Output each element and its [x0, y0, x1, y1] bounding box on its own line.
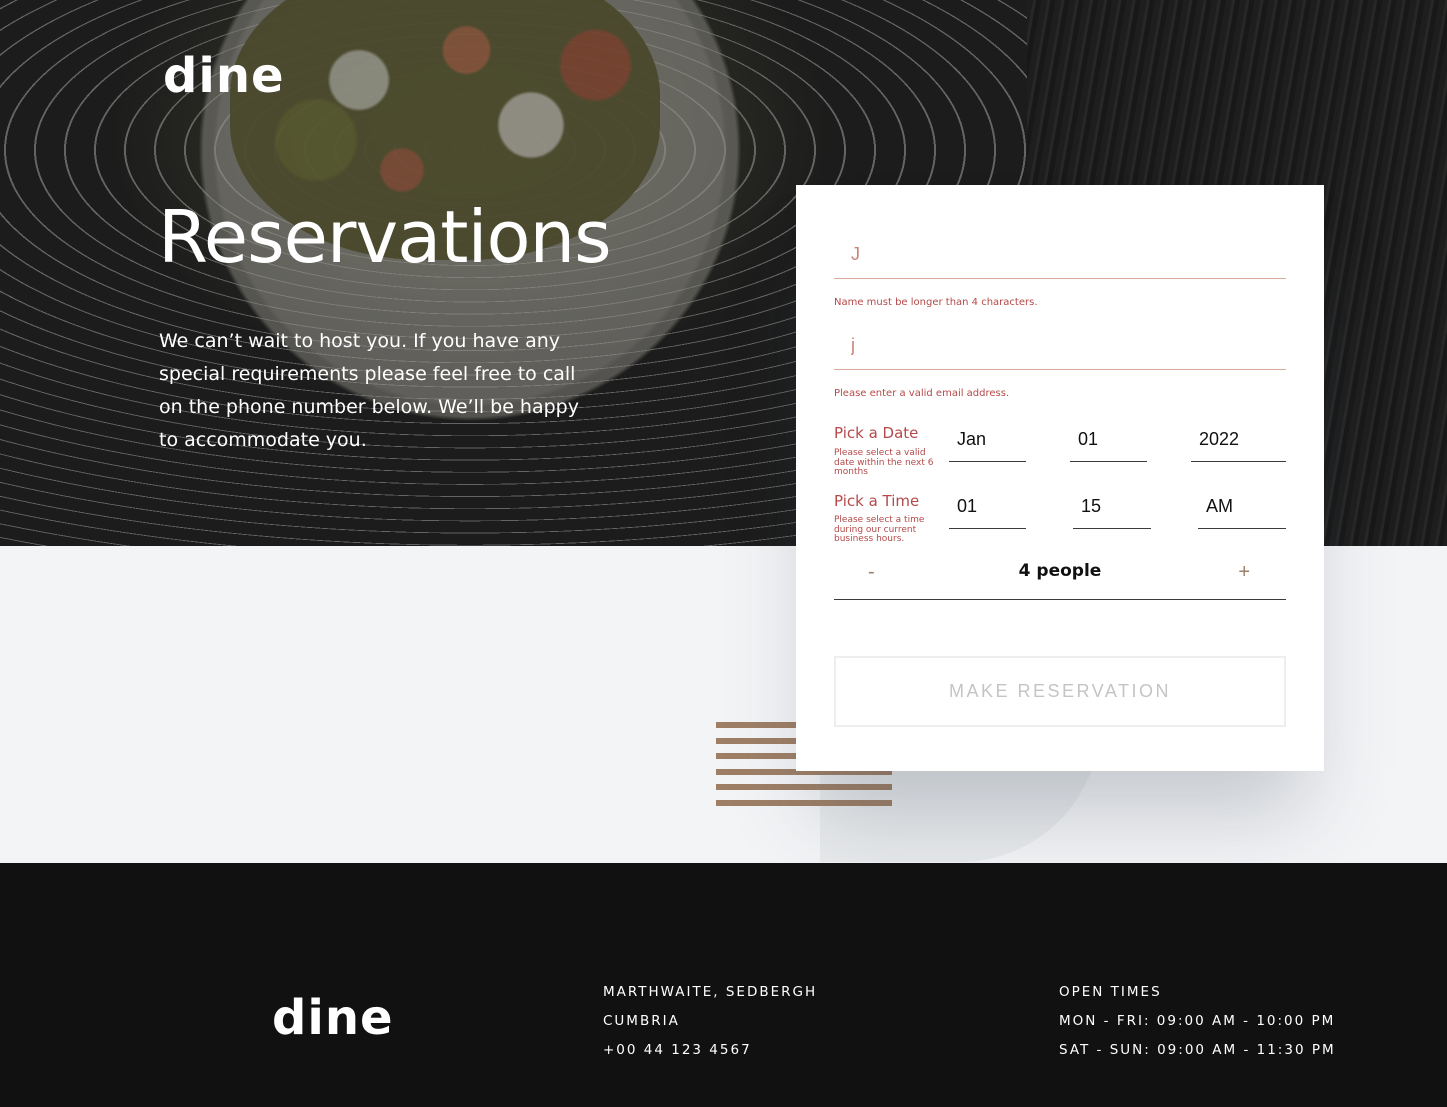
hours-line: MON - FRI: 09:00 AM - 10:00 PM: [1059, 1013, 1336, 1029]
day-value: 01: [1078, 429, 1099, 449]
month-value: Jan: [957, 429, 987, 449]
hour-value: 01: [957, 496, 978, 516]
time-label: Pick a Time: [834, 492, 920, 510]
period-select[interactable]: AM: [1198, 489, 1286, 529]
phone-number: +00 44 123 4567: [603, 1042, 752, 1058]
period-value: AM: [1206, 496, 1233, 516]
hero-description: We can’t wait to host you. If you have a…: [159, 330, 579, 451]
footer: dine MARTHWAITE, SEDBERGH CUMBRIA +00 44…: [0, 863, 1447, 1107]
logo[interactable]: dine: [163, 48, 285, 104]
hours-line: SAT - SUN: 09:00 AM - 11:30 PM: [1059, 1042, 1336, 1058]
reservation-form: Name must be longer than 4 characters. P…: [796, 185, 1324, 771]
footer-address: MARTHWAITE, SEDBERGH CUMBRIA +00 44 123 …: [603, 978, 817, 1065]
year-value: 2022: [1199, 429, 1240, 449]
time-error: Please select a time during our current …: [834, 515, 925, 544]
year-select[interactable]: 2022: [1191, 422, 1286, 462]
date-label: Pick a Date: [834, 424, 919, 442]
month-select[interactable]: Jan: [949, 422, 1026, 462]
make-reservation-button[interactable]: MAKE RESERVATION: [834, 656, 1286, 727]
email-input[interactable]: [834, 322, 1286, 369]
day-select[interactable]: 01: [1070, 422, 1147, 462]
people-count: 4 people: [1018, 561, 1102, 581]
date-error: Please select a valid date within the ne…: [834, 448, 934, 477]
name-input[interactable]: [834, 231, 1286, 278]
minute-select[interactable]: 15: [1073, 489, 1151, 529]
minute-value: 15: [1081, 496, 1102, 516]
hours-heading: OPEN TIMES: [1059, 984, 1162, 1000]
page-title: Reservations: [158, 195, 612, 279]
address-line: MARTHWAITE, SEDBERGH: [603, 984, 818, 1000]
hour-select[interactable]: 01: [949, 489, 1026, 529]
email-field-wrapper: [834, 322, 1286, 370]
footer-logo[interactable]: dine: [272, 990, 394, 1046]
footer-hours: OPEN TIMES MON - FRI: 09:00 AM - 10:00 P…: [1059, 978, 1336, 1065]
email-error: Please enter a valid email address.: [834, 388, 1010, 399]
people-stepper: - 4 people +: [834, 555, 1286, 600]
name-field-wrapper: [834, 231, 1286, 279]
increment-people-button[interactable]: +: [1238, 561, 1250, 584]
name-error: Name must be longer than 4 characters.: [834, 297, 1038, 308]
address-line: CUMBRIA: [603, 1013, 680, 1029]
